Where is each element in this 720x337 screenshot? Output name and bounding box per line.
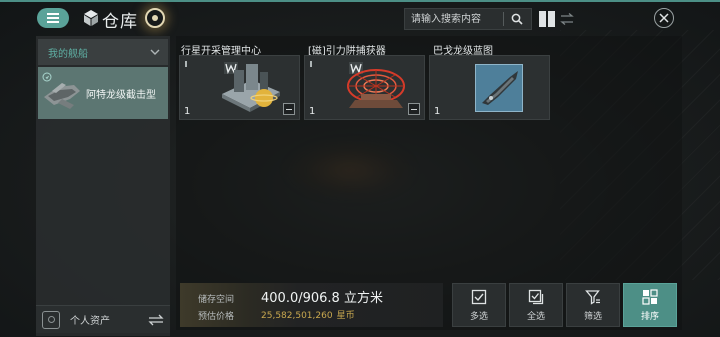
- storage-summary: 储存空间 400.0/906.8 立方米 预估价格 25,582,501,260…: [180, 283, 443, 327]
- sort-button[interactable]: 排序: [623, 283, 677, 327]
- minus-icon: [286, 108, 292, 110]
- gravity-trap-image: [347, 69, 405, 108]
- item-meta-icons: [310, 61, 312, 67]
- capacity-value: 400.0/906.8 立方米: [261, 291, 383, 306]
- item-count: 1: [309, 106, 316, 117]
- wallet-icon: [42, 310, 60, 329]
- swap-icon: [148, 314, 164, 325]
- search-box: [404, 8, 532, 30]
- page-title: 仓库: [102, 12, 138, 32]
- ship-item[interactable]: 阿特龙级截击型: [38, 67, 168, 119]
- filter-label: 筛选: [583, 311, 602, 322]
- personal-assets-label: 个人资产: [70, 316, 110, 327]
- swap-icon[interactable]: [557, 9, 577, 29]
- item-count: 1: [184, 106, 191, 117]
- price-value: 25,582,501,260: [261, 311, 333, 321]
- ship-sidebar: 我的舰船 阿特龙级截击型: [36, 36, 170, 336]
- chevron-down-icon: [150, 49, 160, 55]
- view-toggle: [537, 9, 581, 29]
- my-ships-label: 我的舰船: [48, 48, 88, 60]
- tick-icon: [185, 61, 187, 67]
- filter-icon: [585, 289, 600, 305]
- item-card[interactable]: 1: [429, 55, 550, 120]
- multi-select-label: 多选: [469, 311, 488, 322]
- price-label: 预估价格: [198, 312, 235, 322]
- price-display: 25,582,501,260 星币: [261, 308, 355, 321]
- minus-icon: [411, 108, 417, 110]
- remove-button[interactable]: [283, 103, 295, 115]
- search-icon[interactable]: [504, 9, 531, 29]
- select-all-icon: [528, 289, 544, 304]
- tick-icon: [310, 61, 312, 67]
- cube-icon: [84, 10, 98, 26]
- grid-view-icon[interactable]: [537, 9, 557, 29]
- price-unit: 星币: [336, 311, 355, 321]
- close-button[interactable]: [654, 8, 674, 28]
- remove-button[interactable]: [408, 103, 420, 115]
- my-ships-dropdown[interactable]: 我的舰船: [38, 39, 168, 65]
- planetary-facility-image: [222, 64, 280, 112]
- top-bar: 仓库: [0, 0, 720, 36]
- personal-assets-button[interactable]: 个人资产: [36, 305, 170, 333]
- menu-icon: [47, 17, 59, 19]
- multi-select-button[interactable]: 多选: [452, 283, 506, 327]
- checkbox-icon: [471, 289, 487, 304]
- item-card[interactable]: 1: [179, 55, 300, 120]
- item-count: 1: [434, 106, 441, 117]
- select-all-button[interactable]: 全选: [509, 283, 563, 327]
- select-all-label: 全选: [526, 311, 545, 322]
- capacity-label: 储存空间: [198, 295, 235, 305]
- filter-button[interactable]: 筛选: [566, 283, 620, 327]
- close-icon: [659, 13, 669, 23]
- sort-icon: [642, 288, 658, 305]
- sort-label: 排序: [640, 311, 659, 322]
- menu-button[interactable]: [37, 8, 69, 28]
- ship-thumbnail: [40, 71, 84, 115]
- search-input[interactable]: [405, 9, 503, 29]
- target-icon[interactable]: [145, 8, 165, 28]
- item-meta-icons: [185, 61, 187, 67]
- top-accent-line: [0, 0, 720, 2]
- ship-name: 阿特龙级截击型: [86, 89, 156, 101]
- item-card[interactable]: 1: [304, 55, 425, 120]
- blueprint-image: [475, 64, 523, 112]
